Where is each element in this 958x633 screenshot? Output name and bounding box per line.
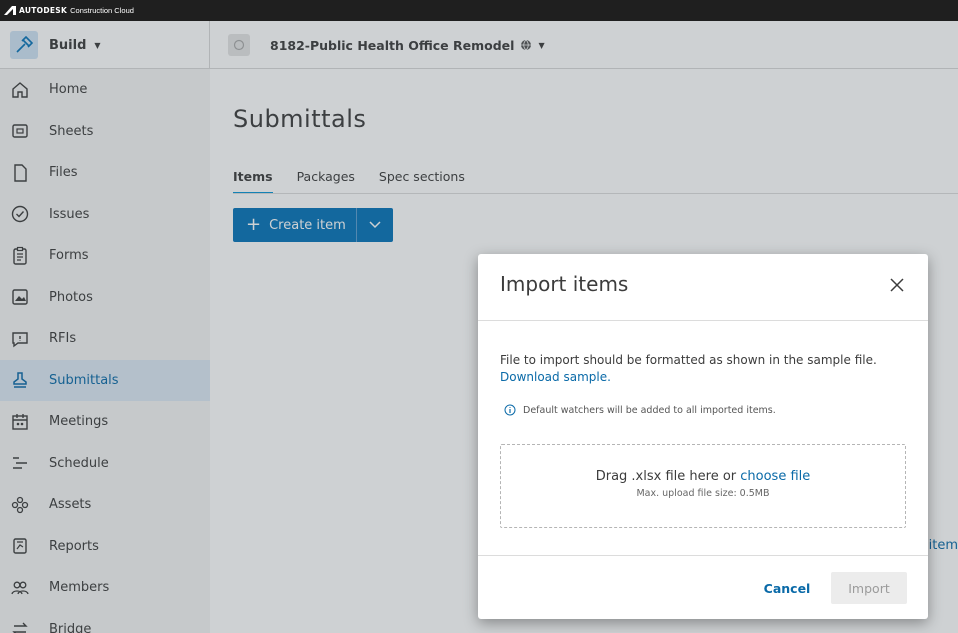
download-sample-link[interactable]: Download sample. [500,370,611,384]
brand-name: AUTODESK [19,6,68,15]
dialog-title: Import items [500,272,629,296]
info-icon [504,404,516,416]
close-button[interactable] [886,274,908,296]
file-dropzone[interactable]: Drag .xlsx file here or choose file Max.… [500,444,906,528]
brand-bar: AUTODESK Construction Cloud [0,0,958,21]
info-text: Default watchers will be added to all im… [523,404,776,416]
choose-file-link[interactable]: choose file [740,469,810,484]
max-upload-size: Max. upload file size: 0.5MB [636,488,770,499]
dialog-footer-divider [478,555,928,556]
import-items-dialog: Import items File to import should be fo… [478,254,928,619]
autodesk-logo-icon [4,6,16,15]
description-text: File to import should be formatted as sh… [500,353,877,367]
import-button[interactable]: Import [831,572,907,604]
brand-product: Construction Cloud [70,6,134,15]
drop-instructions: Drag .xlsx file here or choose file [501,469,905,484]
dialog-divider [478,320,928,321]
drop-text: Drag .xlsx file here or [595,469,737,484]
cancel-button[interactable]: Cancel [758,572,816,604]
info-note: Default watchers will be added to all im… [504,404,776,416]
close-icon [890,278,904,292]
dialog-description: File to import should be formatted as sh… [500,352,877,386]
